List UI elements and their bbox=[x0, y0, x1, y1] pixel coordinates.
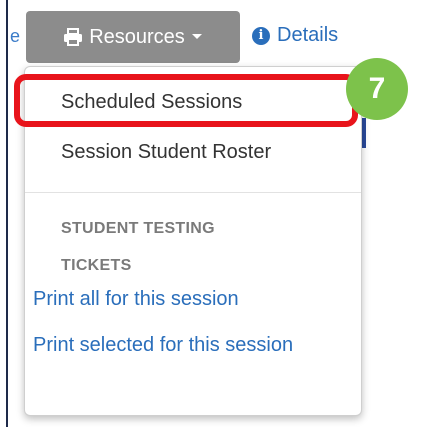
section-header-student-testing-tickets: STUDENT TESTING TICKETS bbox=[61, 220, 215, 274]
window-border bbox=[6, 0, 8, 427]
menu-item-print-all[interactable]: Print all for this session bbox=[33, 284, 239, 315]
step-number-badge: 7 bbox=[346, 58, 408, 120]
resources-label: Resources bbox=[89, 25, 185, 48]
printer-icon bbox=[63, 28, 83, 46]
background-accent bbox=[362, 118, 366, 148]
menu-item-session-student-roster[interactable]: Session Student Roster bbox=[61, 141, 271, 164]
details-link[interactable]: i Details bbox=[252, 24, 338, 47]
menu-item-print-selected[interactable]: Print selected for this session bbox=[33, 330, 333, 361]
details-label: Details bbox=[277, 24, 339, 46]
resources-dropdown-button[interactable]: Resources bbox=[26, 11, 240, 63]
caret-down-icon bbox=[191, 33, 203, 41]
info-icon: i bbox=[252, 26, 270, 45]
menu-divider bbox=[25, 192, 361, 193]
truncated-text-fragment: e bbox=[10, 26, 21, 46]
highlight-box bbox=[14, 74, 358, 127]
